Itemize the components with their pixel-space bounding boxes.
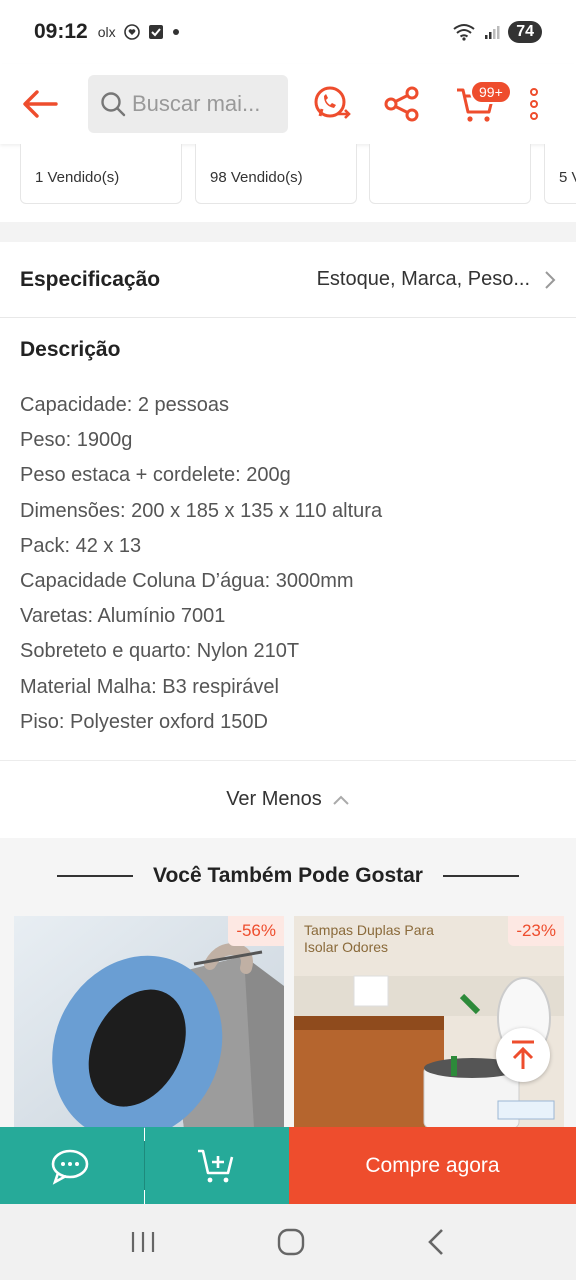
cart-button[interactable]: 99+ [446, 74, 512, 134]
whatsapp-share-button[interactable] [302, 74, 362, 134]
discount-badge: -23% [508, 916, 564, 946]
description-line: Capacidade: 2 pessoas [20, 394, 230, 416]
description-line: Sobreteto e quarto: Nylon 210T [20, 640, 300, 663]
sold-count: 5 V [559, 169, 576, 186]
buy-now-label: Compre agora [365, 1153, 500, 1177]
description-line: Capacidade Coluna D’água: 3000mm [20, 569, 354, 592]
olx-icon: olx [97, 24, 116, 40]
description-title: Descrição [20, 338, 121, 361]
share-button[interactable] [372, 74, 432, 134]
show-less-button[interactable]: Ver Menos [0, 760, 576, 838]
recommendations-section: Você Também Pode Gostar -56% Tampas Dupl… [0, 838, 576, 1128]
add-to-cart-button[interactable] [145, 1127, 289, 1204]
product-image-caption: Tampas Duplas Para Isolar Odores [304, 922, 434, 955]
product-card[interactable] [369, 144, 531, 204]
description-section: Descrição Capacidade: 2 pessoas Peso: 19… [0, 318, 576, 740]
status-time: 09:12 [34, 20, 88, 43]
back-button[interactable] [0, 64, 80, 144]
product-card[interactable]: 98 Vendido(s) [195, 144, 357, 204]
search-input[interactable]: Buscar mai... [88, 75, 288, 133]
chevron-right-icon [545, 270, 556, 289]
description-line: Peso: 1900g [20, 429, 133, 452]
sold-count: 98 Vendido(s) [210, 169, 303, 186]
product-card[interactable]: 1 Vendido(s) [20, 144, 182, 204]
search-icon [101, 92, 126, 117]
notification-icons: olx [98, 24, 180, 40]
product-image-toilet-seat [14, 916, 284, 1128]
specification-value: Estoque, Marca, Peso... [316, 268, 530, 290]
specification-row[interactable]: Especificação Estoque, Marca, Peso... [0, 242, 576, 318]
back-nav-icon[interactable] [426, 1228, 446, 1256]
share-icon [384, 86, 419, 122]
description-line: Dimensões: 200 x 185 x 135 x 110 altura [20, 499, 383, 522]
top-navigation: Buscar mai... 99+ [0, 64, 576, 144]
system-navigation-bar [0, 1204, 576, 1280]
dot-icon [172, 29, 179, 35]
status-bar: 09:12 olx 74 [0, 0, 576, 64]
chevron-up-icon [333, 795, 349, 805]
whatsapp-icon [314, 86, 351, 119]
divider-line [57, 875, 134, 877]
product-card[interactable]: 5 V [544, 144, 576, 204]
divider-line [442, 875, 519, 877]
recommendations-title: Você Também Pode Gostar [153, 864, 423, 887]
cart-badge: 99+ [470, 80, 512, 104]
sold-count: 1 Vendido(s) [35, 169, 120, 186]
arrow-up-to-top-icon [512, 1040, 534, 1069]
section-separator [0, 222, 576, 242]
show-less-label: Ver Menos [226, 788, 322, 810]
similar-products-strip: 1 Vendido(s) 98 Vendido(s) 5 V [0, 144, 576, 222]
search-placeholder: Buscar mai... [132, 91, 261, 116]
chat-icon [51, 1149, 89, 1185]
arrow-left-icon [23, 90, 58, 118]
recent-apps-icon[interactable] [130, 1230, 156, 1254]
add-to-cart-icon [198, 1149, 234, 1182]
checkbox-notification-icon [148, 25, 163, 39]
discount-badge: -56% [228, 916, 284, 946]
bottom-action-bar: Compre agora [0, 1127, 576, 1204]
recommended-product-card[interactable]: -56% [14, 916, 284, 1128]
heart-notification-icon [123, 24, 140, 40]
wifi-icon [453, 24, 475, 41]
home-icon[interactable] [277, 1228, 305, 1256]
description-line: Piso: Polyester oxford 150D [20, 710, 268, 733]
battery-indicator: 74 [508, 21, 542, 43]
specification-title: Especificação [20, 267, 161, 291]
recommended-product-card[interactable]: Tampas Duplas Para Isolar Odores -23% [294, 916, 564, 1128]
buy-now-button[interactable]: Compre agora [289, 1127, 576, 1204]
description-line: Varetas: Alumínio 7001 [20, 605, 226, 628]
description-line: Peso estaca + cordelete: 200g [20, 464, 291, 487]
scroll-to-top-button[interactable] [496, 1028, 550, 1082]
signal-icon [485, 26, 500, 39]
more-options-button[interactable] [514, 74, 554, 134]
description-line: Material Malha: B3 respirável [20, 675, 279, 698]
chat-button[interactable] [0, 1127, 144, 1204]
more-vertical-icon [530, 88, 538, 120]
description-line: Pack: 42 x 13 [20, 534, 142, 557]
